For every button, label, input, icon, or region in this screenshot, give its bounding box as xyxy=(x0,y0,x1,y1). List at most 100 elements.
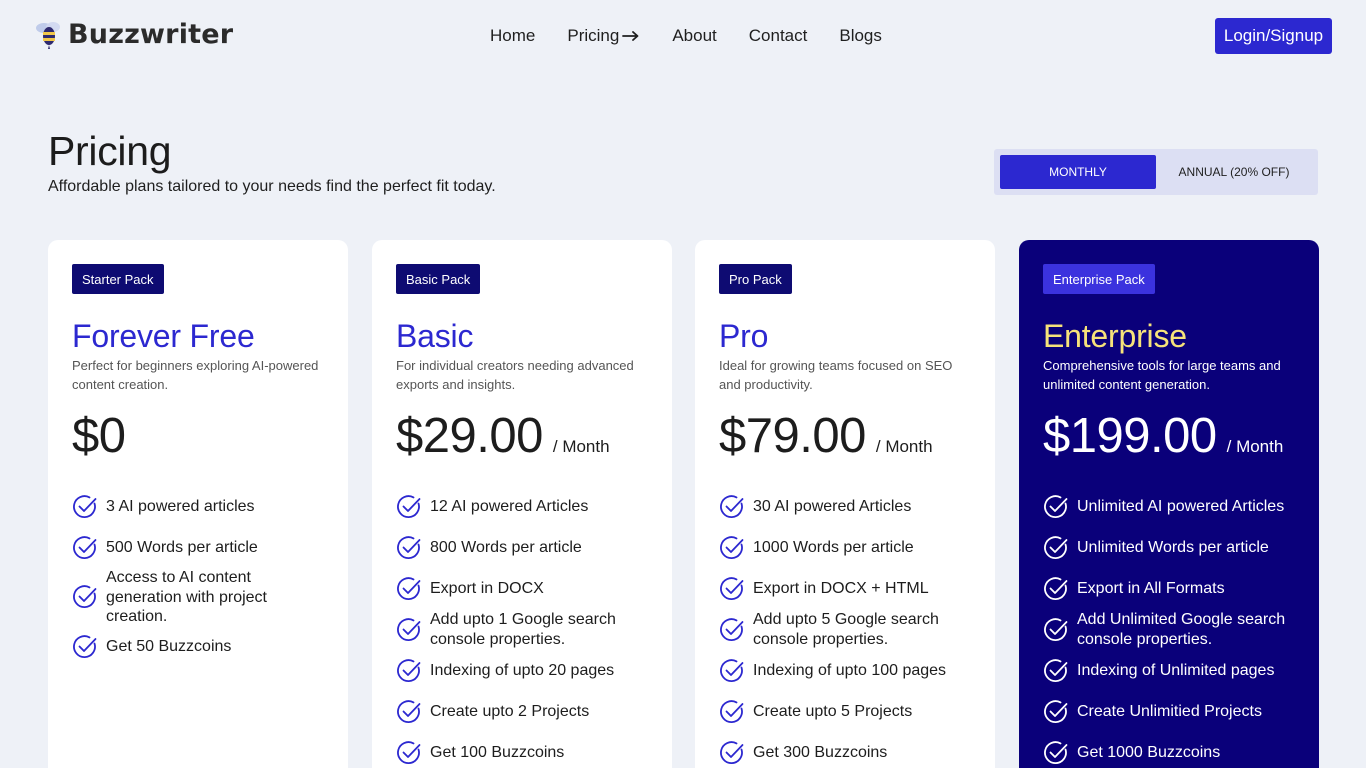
check-circle-icon xyxy=(397,576,421,600)
check-circle-icon xyxy=(397,535,421,559)
nav-home[interactable]: Home xyxy=(490,25,535,47)
brand-name: Buzzwriter xyxy=(68,18,234,50)
plan-badge: Enterprise Pack xyxy=(1043,264,1155,294)
nav-about[interactable]: About xyxy=(672,25,716,47)
feature-item: Export in DOCX + HTML xyxy=(719,568,971,609)
main-nav: Home Pricing About Contact Blogs xyxy=(490,25,914,47)
plan-price: $0 xyxy=(72,409,126,463)
feature-item: Unlimited Words per article xyxy=(1043,527,1295,568)
plan-badge: Starter Pack xyxy=(72,264,164,294)
nav-blogs[interactable]: Blogs xyxy=(839,25,882,47)
plan-name: Forever Free xyxy=(72,318,255,354)
feature-list: 12 AI powered Articles 800 Words per arti… xyxy=(396,486,648,768)
feature-item: Get 50 Buzzcoins xyxy=(72,627,324,668)
feature-text: Create upto 2 Projects xyxy=(430,702,590,720)
check-circle-icon xyxy=(397,494,421,518)
nav-about-label: About xyxy=(672,26,717,45)
check-circle-icon xyxy=(1044,576,1068,600)
feature-item: Indexing of upto 20 pages xyxy=(396,650,648,691)
feature-item: Create upto 2 Projects xyxy=(396,691,648,732)
login-signup-button[interactable]: Login/Signup xyxy=(1215,18,1332,54)
nav-pricing-label: Pricing xyxy=(567,26,620,45)
price-row: $79.00 / Month xyxy=(719,408,933,464)
feature-item: Unlimited AI powered Articles xyxy=(1043,486,1295,527)
billing-annual-option[interactable]: ANNUAL (20% OFF) xyxy=(1156,155,1312,189)
feature-text: Get 50 Buzzcoins xyxy=(106,638,232,656)
plan-card-basic: Basic Pack Basic For individual creators… xyxy=(372,240,672,768)
feature-item: 1000 Words per article xyxy=(719,527,971,568)
feature-item: Indexing of Unlimited pages xyxy=(1043,650,1295,691)
feature-list: 3 AI powered articles 500 Words per artic… xyxy=(72,486,324,668)
feature-item: Export in DOCX xyxy=(396,568,648,609)
feature-item: Get 100 Buzzcoins xyxy=(396,732,648,768)
check-circle-icon xyxy=(397,617,421,641)
feature-text: 12 AI powered Articles xyxy=(430,497,589,515)
feature-text: Unlimited Words per article xyxy=(1077,538,1269,556)
nav-blogs-label: Blogs xyxy=(839,26,882,45)
feature-item: Add upto 5 Google search console propert… xyxy=(719,609,971,650)
feature-text: Export in All Formats xyxy=(1077,579,1225,597)
nav-contact-label: Contact xyxy=(748,26,808,45)
feature-text: Add upto 5 Google search console propert… xyxy=(753,611,939,648)
check-circle-icon xyxy=(1044,617,1068,641)
price-row: $0 xyxy=(72,408,136,464)
brand-logo[interactable]: Buzzwriter xyxy=(34,18,233,50)
billing-monthly-option[interactable]: MONTHLY xyxy=(1000,155,1156,189)
feature-text: Indexing of Unlimited pages xyxy=(1077,661,1275,679)
check-circle-icon xyxy=(1044,494,1068,518)
feature-item: Access to AI content generation with pro… xyxy=(72,568,324,627)
feature-list: 30 AI powered Articles 1000 Words per art… xyxy=(719,486,971,768)
feature-text: Indexing of upto 20 pages xyxy=(430,661,615,679)
check-circle-icon xyxy=(397,740,421,764)
feature-text: Export in DOCX xyxy=(430,579,544,597)
check-circle-icon xyxy=(73,635,97,658)
feature-item: 30 AI powered Articles xyxy=(719,486,971,527)
feature-text: Access to AI content generation with pro… xyxy=(106,569,267,625)
feature-item: Export in All Formats xyxy=(1043,568,1295,609)
feature-text: 3 AI powered articles xyxy=(106,497,255,515)
check-circle-icon xyxy=(720,658,744,682)
plan-card-enterprise: Enterprise Pack Enterprise Comprehensive… xyxy=(1019,240,1319,768)
nav-pricing[interactable]: Pricing xyxy=(567,25,640,47)
check-circle-icon xyxy=(720,576,744,600)
feature-item: Create upto 5 Projects xyxy=(719,691,971,732)
check-circle-icon xyxy=(1044,699,1068,723)
feature-text: Get 1000 Buzzcoins xyxy=(1077,743,1221,761)
plan-name: Basic xyxy=(396,318,474,354)
feature-text: 1000 Words per article xyxy=(753,538,914,556)
arrow-right-icon xyxy=(622,30,640,42)
feature-text: Get 300 Buzzcoins xyxy=(753,743,888,761)
feature-text: 30 AI powered Articles xyxy=(753,497,912,515)
check-circle-icon xyxy=(720,494,744,518)
feature-text: Get 100 Buzzcoins xyxy=(430,743,565,761)
feature-item: Get 300 Buzzcoins xyxy=(719,732,971,768)
plan-description: Perfect for beginners exploring AI-power… xyxy=(72,358,319,392)
feature-item: Indexing of upto 100 pages xyxy=(719,650,971,691)
bee-icon xyxy=(36,22,60,49)
feature-item: Add upto 1 Google search console propert… xyxy=(396,609,648,650)
nav-contact[interactable]: Contact xyxy=(749,25,808,47)
feature-item: 800 Words per article xyxy=(396,527,648,568)
plan-description: For individual creators needing advanced… xyxy=(396,358,634,392)
feature-text: Unlimited AI powered Articles xyxy=(1077,497,1285,515)
plan-name: Enterprise xyxy=(1043,318,1187,354)
site-header: Buzzwriter Home Pricing About Contact Bl… xyxy=(0,0,1366,72)
feature-item: Add Unlimited Google search console prop… xyxy=(1043,609,1295,650)
plan-card-starter: Starter Pack Forever Free Perfect for be… xyxy=(48,240,348,768)
feature-list: Unlimited AI powered Articles Unlimited W… xyxy=(1043,486,1295,768)
plan-description: Ideal for growing teams focused on SEO a… xyxy=(719,358,953,392)
check-circle-icon xyxy=(720,535,744,559)
feature-text: 500 Words per article xyxy=(106,538,258,556)
price-row: $199.00 / Month xyxy=(1043,408,1283,464)
plan-period: / Month xyxy=(552,437,610,456)
check-circle-icon xyxy=(73,535,97,559)
feature-item: 500 Words per article xyxy=(72,527,324,568)
feature-item: Create Unlimitied Projects xyxy=(1043,691,1295,732)
feature-text: Export in DOCX + HTML xyxy=(753,579,929,597)
plan-period: / Month xyxy=(1226,437,1284,456)
plan-price: $29.00 xyxy=(396,409,543,463)
check-circle-icon xyxy=(720,740,744,764)
feature-item: 3 AI powered articles xyxy=(72,486,324,527)
check-circle-icon xyxy=(720,617,744,641)
plan-badge: Pro Pack xyxy=(719,264,792,294)
